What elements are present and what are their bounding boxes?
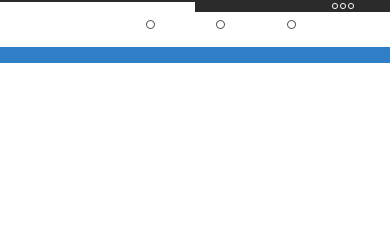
accent-bar [0,47,390,63]
title-bar [195,0,390,12]
window-control-icon-2[interactable] [340,3,346,9]
content-area [0,63,390,240]
radio-option-1[interactable] [146,20,155,29]
radio-option-2[interactable] [216,20,225,29]
option-row [0,12,390,46]
window-control-icon-3[interactable] [348,3,354,9]
window-controls [332,2,354,10]
radio-option-3[interactable] [287,20,296,29]
window-control-icon-1[interactable] [332,3,338,9]
app-window [0,0,390,240]
